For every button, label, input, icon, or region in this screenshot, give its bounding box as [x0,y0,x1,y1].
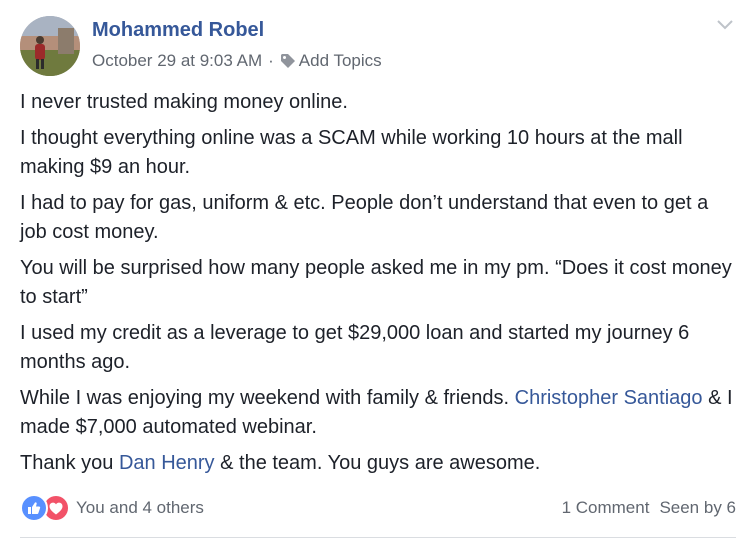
post-paragraph: I never trusted making money online. [20,91,348,113]
footer-divider [20,537,736,538]
post-stats: 1 Comment Seen by 6 [562,498,736,518]
post-paragraph: While I was enjoying my weekend with fam… [20,384,736,442]
post-paragraph: You will be surprised how many people as… [20,257,732,308]
comments-count[interactable]: 1 Comment [562,498,650,518]
author-avatar[interactable] [20,16,80,76]
meta-separator: · [268,51,274,70]
post-footer: You and 4 others 1 Comment Seen by 6 [20,494,736,522]
author-name[interactable]: Mohammed Robel [92,19,264,42]
reactions-count[interactable]: You and 4 others [76,498,204,518]
post-meta: October 29 at 9:03 AM · Add Topics [92,51,382,71]
seen-by-count[interactable]: Seen by 6 [659,498,736,518]
paragraph-text: & the team. You guys are awesome. [214,452,541,474]
mention-link[interactable]: Dan Henry [119,452,215,474]
reactions-summary[interactable]: You and 4 others [20,494,204,522]
post-timestamp[interactable]: October 29 at 9:03 AM [92,51,262,71]
post-paragraph: I used my credit as a leverage to get $2… [20,322,690,373]
tag-icon [280,54,295,68]
add-topics-link[interactable]: Add Topics [299,51,382,71]
post-paragraph: I had to pay for gas, uniform & etc. Peo… [20,192,709,243]
mention-link[interactable]: Christopher Santiago [515,387,703,409]
post-paragraph: I thought everything online was a SCAM w… [20,127,683,178]
chevron-down-icon[interactable] [716,18,734,32]
post-paragraph: Thank you Dan Henry & the team. You guys… [20,449,736,478]
like-icon [20,494,48,522]
facebook-post: Mohammed Robel October 29 at 9:03 AM · A… [0,0,756,546]
post-body: I never trusted making money online. I t… [20,88,736,485]
paragraph-text: Thank you [20,452,119,474]
paragraph-text: While I was enjoying my weekend with fam… [20,387,515,409]
